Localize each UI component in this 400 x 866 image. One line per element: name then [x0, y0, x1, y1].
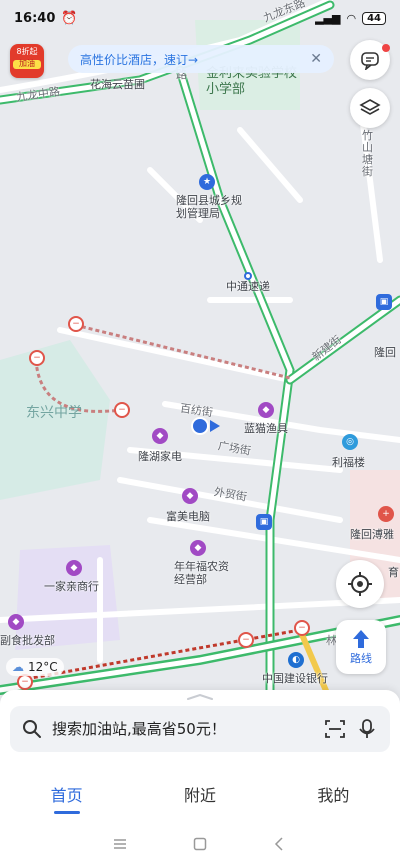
close-icon[interactable]: ✕ [310, 51, 322, 67]
computer-shop-icon[interactable]: ◆ [182, 488, 198, 504]
route-arrow-icon [353, 630, 369, 648]
status-bar: 16:40 ⏰ ▂▄▆ ◠ 44 [0, 0, 400, 36]
closure-icon[interactable]: − [17, 674, 33, 690]
hotel-banner[interactable]: 高性价比酒店，速订→ ✕ [68, 45, 334, 73]
route-button[interactable]: 路线 [336, 620, 386, 674]
closure-icon[interactable]: − [114, 402, 130, 418]
home-icon[interactable] [193, 837, 207, 851]
closure-icon[interactable]: − [29, 350, 45, 366]
chat-icon [361, 52, 379, 70]
cloud-icon: ☁ [12, 660, 24, 674]
store-icon[interactable]: ◆ [66, 560, 82, 576]
appliance-shop-icon[interactable]: ◆ [152, 428, 168, 444]
bottom-tabs: 首页 附近 我的 [0, 770, 400, 818]
menu-icon[interactable] [113, 837, 127, 851]
poi-nian[interactable]: 年年福农资经营部 [174, 560, 230, 586]
wholesale-icon[interactable]: ◆ [8, 614, 24, 630]
search-bar[interactable] [10, 706, 390, 752]
banner-text: 高性价比酒店，速订→ [80, 52, 199, 67]
poi-zhongtong[interactable]: 中通速递 [226, 280, 270, 293]
status-time: 16:40 [14, 10, 56, 26]
poi-lifu[interactable]: 利福楼 [332, 456, 365, 469]
wifi-icon: ◠ [346, 11, 357, 25]
poi-yijiaqin[interactable]: 一家亲商行 [44, 580, 99, 593]
closure-icon[interactable]: − [238, 632, 254, 648]
poi-longhu[interactable]: 隆湖家电 [138, 450, 182, 463]
map-app: 九龙东路 九龙中路 花海云苗圃 路 金利来实验学校小学部 竹山塘街 ★ 隆回县城… [0, 0, 400, 866]
poi-boya[interactable]: 隆回溥雅 [350, 528, 394, 541]
search-icon [23, 720, 41, 738]
poi-lanmao[interactable]: 蓝猫渔具 [244, 422, 288, 435]
crosshair-icon [348, 572, 372, 596]
back-icon[interactable] [273, 837, 287, 851]
tab-mine[interactable]: 我的 [267, 770, 400, 818]
battery-indicator: 44 [362, 11, 386, 25]
tab-nearby[interactable]: 附近 [133, 770, 266, 818]
search-input[interactable] [52, 720, 314, 738]
fuel-promo-button[interactable]: 8折起 加油 [10, 44, 44, 78]
agri-shop-icon[interactable]: ◆ [190, 540, 206, 556]
microphone-icon[interactable] [356, 718, 378, 740]
hospital-icon[interactable]: + [378, 506, 394, 522]
bank-icon[interactable]: ◐ [288, 652, 304, 668]
locate-button[interactable] [336, 560, 384, 608]
road-label-zhushan: 竹山塘街 [362, 129, 373, 179]
current-location-icon [191, 417, 220, 435]
closure-icon[interactable]: − [68, 316, 84, 332]
notification-dot [382, 44, 390, 52]
government-icon[interactable]: ★ [199, 174, 215, 190]
route-label: 路线 [350, 652, 372, 665]
closure-icon[interactable]: − [294, 620, 310, 636]
courier-icon[interactable] [244, 272, 252, 280]
poi-longhui-right[interactable]: 隆回 [374, 346, 396, 359]
layers-icon [359, 99, 381, 115]
layers-button[interactable] [350, 88, 390, 128]
poi-ccb[interactable]: 中国建设银行 [262, 672, 328, 685]
poi-fushi[interactable]: 副食批发部 [0, 634, 55, 647]
poi-planning-bureau[interactable]: 隆回县城乡规划管理局 [176, 194, 242, 220]
sheet-handle-icon[interactable] [186, 694, 214, 700]
shop-icon[interactable]: ◆ [258, 402, 274, 418]
system-nav-bar [0, 822, 400, 866]
promo-fuel: 加油 [13, 59, 41, 69]
scan-icon[interactable] [324, 718, 346, 740]
poi-dongxing-school[interactable]: 东兴中学 [26, 402, 82, 422]
weather-widget[interactable]: ☁ 12°C [6, 658, 64, 676]
poi-fumei[interactable]: 富美电脑 [166, 510, 210, 523]
promo-discount: 8折起 [16, 47, 38, 56]
tab-home[interactable]: 首页 [0, 770, 133, 818]
weather-temp: 12°C [28, 660, 58, 674]
poi-yu[interactable]: 育 [388, 566, 399, 579]
alarm-icon: ⏰ [61, 10, 78, 26]
poi-huahai[interactable]: 花海云苗圃 [90, 78, 145, 91]
bus-stop-icon[interactable]: ▣ [376, 294, 392, 310]
bus-stop-icon-2[interactable]: ▣ [256, 514, 272, 530]
building-icon[interactable]: ◎ [342, 434, 358, 450]
signal-icon: ▂▄▆ [315, 11, 341, 25]
